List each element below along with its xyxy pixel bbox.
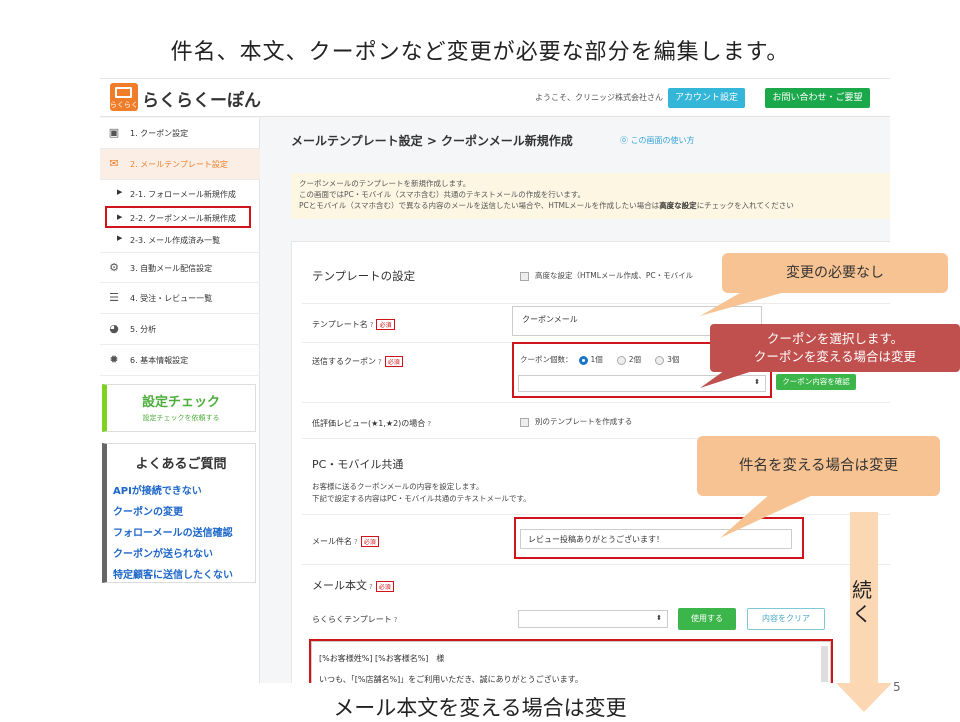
coupon-callout: クーポンを選択します。 クーポンを変える場合は変更	[710, 324, 960, 372]
coupon-callout-line: クーポンを選択します。	[766, 331, 904, 346]
no-change-callout-pointer	[700, 290, 792, 316]
continue-label: 続く	[852, 578, 872, 626]
subject-callout: 件名を変える場合は変更	[697, 436, 940, 496]
page-number: 5	[893, 680, 901, 694]
coupon-callout-line: クーポンを変える場合は変更	[753, 349, 917, 364]
no-change-callout: 変更の必要なし	[722, 253, 948, 293]
subject-callout-pointer	[720, 494, 815, 538]
bottom-caption: メール本文を変える場合は変更	[333, 696, 627, 720]
